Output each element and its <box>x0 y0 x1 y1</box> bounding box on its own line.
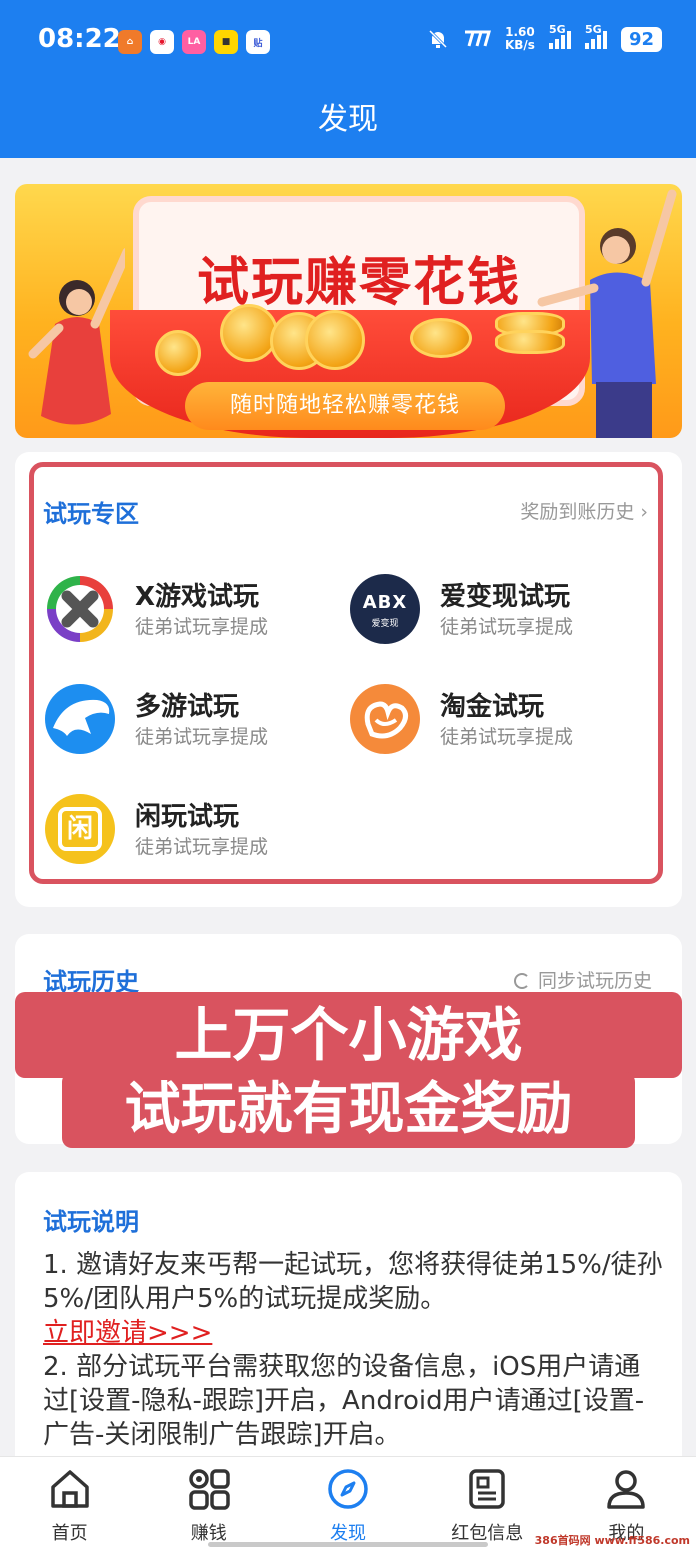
trial-item-desc: 徒弟试玩享提成 <box>135 616 269 638</box>
abx-icon: ABX 爱变现 <box>350 574 420 644</box>
signal-1-icon: 5G <box>548 23 571 49</box>
signal-2-label: 5G <box>584 23 602 36</box>
trial-item-xianwan[interactable]: 闲 闲玩试玩 徒弟试玩享提成 <box>45 790 345 870</box>
signal-1-label: 5G <box>548 23 566 36</box>
coin-icon <box>155 330 201 376</box>
girl-illustration <box>28 247 125 425</box>
net-speed: 1.60 KB/s <box>505 26 535 52</box>
trial-item-desc: 徒弟试玩享提成 <box>440 616 574 638</box>
banner-headline: 试玩赚零花钱 <box>196 253 521 313</box>
sync-history-label: 同步试玩历史 <box>537 970 652 992</box>
trial-item-x-game[interactable]: X游戏试玩 徒弟试玩享提成 <box>45 570 345 650</box>
trial-desc-p1: 1. 邀请好友来丐帮一起试玩，您将获得徒弟15%/徒孙5%/团队用户5%的试玩提… <box>43 1250 663 1314</box>
sync-history-button[interactable]: 同步试玩历史 <box>513 966 652 993</box>
abx-icon-sub: 爱变现 <box>371 619 399 629</box>
trial-zone-card: 试玩专区 奖励到账历史 › X游戏试玩 徒弟试玩享提成 ABX 爱变现 爱变现试… <box>15 452 682 907</box>
chevron-right-icon: › <box>640 501 648 523</box>
user-icon <box>607 1470 646 1509</box>
trial-desc-title: 试玩说明 <box>43 1208 139 1236</box>
tab-home[interactable]: 首页 <box>0 1457 139 1551</box>
watermark-text: 386首码网 www.ff586.com <box>534 1534 690 1547</box>
home-icon <box>50 1470 89 1508</box>
dolphin-icon <box>45 684 115 754</box>
promo-overlay-line-1: 上万个小游戏 <box>15 992 682 1078</box>
battery-indicator: 92 <box>620 26 662 52</box>
reward-history-link[interactable]: 奖励到账历史 › <box>520 497 648 524</box>
nfc-icon <box>464 30 491 47</box>
trial-item-desc: 徒弟试玩享提成 <box>440 726 574 748</box>
tieba-icon: 贴 <box>246 30 270 54</box>
weibo-icon: ◉ <box>150 30 174 54</box>
x-game-icon <box>45 574 115 644</box>
reward-history-label: 奖励到账历史 <box>520 501 635 523</box>
status-time: 08:22 <box>38 24 121 54</box>
signal-2-icon: 5G <box>584 23 607 49</box>
tab-label: 首页 <box>51 1523 88 1544</box>
trial-item-name: 淘金试玩 <box>440 692 545 722</box>
boy-illustration <box>537 189 677 438</box>
trial-item-desc: 徒弟试玩享提成 <box>135 836 269 858</box>
trial-item-aibianxian[interactable]: ABX 爱变现 爱变现试玩 徒弟试玩享提成 <box>350 570 650 650</box>
trial-desc-body: 1. 邀请好友来丐帮一起试玩，您将获得徒弟15%/徒孙5%/团队用户5%的试玩提… <box>43 1248 663 1452</box>
trial-item-name: X游戏试玩 <box>135 582 260 612</box>
trial-desc-card: 试玩说明 1. 邀请好友来丐帮一起试玩，您将获得徒弟15%/徒孙5%/团队用户5… <box>15 1172 682 1472</box>
xianwan-icon: 闲 <box>45 794 115 864</box>
trial-item-name: 多游试玩 <box>135 692 240 722</box>
trial-item-name: 爱变现试玩 <box>440 582 571 612</box>
status-indicators: 1.60 KB/s 5G 5G 92 <box>427 23 662 52</box>
trial-item-duoyou[interactable]: 多游试玩 徒弟试玩享提成 <box>45 680 345 760</box>
app-icon-yellow: ■ <box>214 30 238 54</box>
promo-banner[interactable]: 试玩赚零花钱 随时随地轻松赚零花钱 <box>15 184 682 438</box>
taojin-icon <box>350 684 420 754</box>
tab-earn[interactable]: 赚钱 <box>139 1457 278 1551</box>
coin-icon <box>410 318 472 358</box>
grid-icon <box>189 1469 230 1510</box>
page-title: 发现 <box>318 102 378 137</box>
banner-subtitle: 随时随地轻松赚零花钱 <box>185 382 505 430</box>
message-icon <box>469 1469 505 1509</box>
trial-zone-title: 试玩专区 <box>43 500 139 528</box>
trial-item-desc: 徒弟试玩享提成 <box>135 726 269 748</box>
trial-item-taojin[interactable]: 淘金试玩 徒弟试玩享提成 <box>350 680 650 760</box>
bell-muted-icon <box>428 29 448 49</box>
lala-icon: LA <box>182 30 206 54</box>
home-app-icon: ⌂ <box>118 30 142 54</box>
promo-overlay-line-2: 试玩就有现金奖励 <box>62 1072 635 1148</box>
home-indicator[interactable] <box>208 1542 488 1547</box>
trial-desc-p2: 2. 部分试玩平台需获取您的设备信息，iOS用户请通过[设置-隐私-跟踪]开启，… <box>43 1352 645 1450</box>
coin-icon <box>220 304 278 362</box>
trial-item-name: 闲玩试玩 <box>135 802 240 832</box>
refresh-icon <box>513 973 530 989</box>
net-speed-unit: KB/s <box>504 38 535 52</box>
compass-icon <box>328 1469 368 1509</box>
coin-icon <box>305 310 365 370</box>
status-app-icons: ⌂ ◉ LA ■ 贴 <box>118 30 270 54</box>
tab-discover[interactable]: 发现 <box>278 1457 417 1551</box>
invite-link[interactable]: 立即邀请>>> <box>43 1316 663 1350</box>
xianwan-icon-text: 闲 <box>58 807 102 851</box>
abx-icon-text: ABX <box>362 592 408 613</box>
top-bar: 08:22 ⌂ ◉ LA ■ 贴 1.60 KB/s 5G 5G 92 发现 <box>0 0 696 158</box>
